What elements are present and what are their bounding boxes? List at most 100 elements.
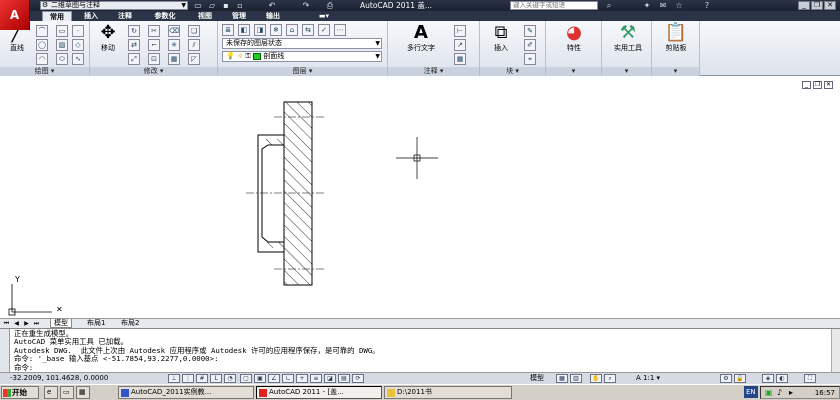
save-as-icon[interactable]: ▫ — [234, 1, 246, 10]
rotate-icon[interactable]: ↻ — [128, 25, 140, 37]
mirror-icon[interactable]: ⇄ — [128, 39, 140, 51]
dynamic-input-icon[interactable]: + — [296, 374, 308, 383]
properties-panel-expand[interactable]: ▾ — [546, 67, 601, 76]
first-tab-icon[interactable]: ⏮ — [2, 319, 11, 328]
command-scrollbar[interactable] — [831, 329, 840, 373]
new-file-icon[interactable]: ▭ — [192, 1, 204, 10]
create-block-icon[interactable]: ✎ — [524, 25, 536, 37]
next-tab-icon[interactable]: ▶ — [22, 319, 31, 328]
drawing-canvas[interactable]: _ ❐ ✕ Y ✕ — [0, 77, 840, 318]
grid-display-icon[interactable]: # — [196, 374, 208, 383]
snap-mode-icon[interactable]: ⋮ — [182, 374, 194, 383]
taskbar-item-autocad[interactable]: AutoCAD 2011 - [盖... — [256, 386, 382, 399]
layer-match-icon[interactable]: ⇆ — [302, 24, 314, 36]
layout-tab-layout1[interactable]: 布局1 — [84, 319, 108, 328]
hardware-accel-icon[interactable]: ◈ — [762, 374, 774, 383]
erase-icon[interactable]: ⌫ — [168, 25, 180, 37]
pan-icon[interactable]: ✋ — [590, 374, 602, 383]
move-button[interactable]: ✥ 移动 — [94, 23, 122, 53]
taskbar-clock[interactable]: 16:57 — [815, 387, 835, 399]
print-icon[interactable]: ⎙ — [324, 1, 336, 10]
last-tab-icon[interactable]: ⏭ — [32, 319, 41, 328]
layer-select[interactable]: 💡 ☼ ⚿ 剖面线 ▼ — [222, 51, 382, 62]
coordinate-readout[interactable]: -32.2009, 101.4628, 0.0000 — [10, 373, 108, 384]
object-snap-icon[interactable]: ▢ — [240, 374, 252, 383]
layer-properties-icon[interactable]: ≣ — [222, 24, 234, 36]
quick-view-drawings-icon[interactable]: ▥ — [570, 374, 582, 383]
quick-launch-ie-icon[interactable]: e — [44, 386, 58, 399]
modify-panel-label[interactable]: 修改 ▾ — [90, 67, 217, 76]
tab-output[interactable]: 输出 — [258, 11, 288, 21]
mtext-button[interactable]: A 多行文字 — [396, 23, 446, 53]
isolate-objects-icon[interactable]: ◐ — [776, 374, 788, 383]
ortho-mode-icon[interactable]: L — [210, 374, 222, 383]
properties-button[interactable]: ◕ 特性 — [552, 23, 596, 53]
search-input[interactable]: 键入关键字或短语 — [510, 1, 598, 10]
ribbon-toggle-icon[interactable]: ▬▾ — [314, 11, 334, 21]
command-window-handle[interactable] — [0, 329, 10, 373]
redo-icon[interactable]: ↷ — [300, 1, 312, 10]
point-icon[interactable]: · — [72, 25, 84, 37]
clean-screen-icon[interactable]: ⛶ — [804, 374, 816, 383]
chamfer-icon[interactable]: ◸ — [188, 53, 200, 65]
search-icon[interactable]: ⌕ — [602, 0, 616, 11]
autocad-logo-icon[interactable]: A — [0, 0, 30, 30]
explode-icon[interactable]: ✳ — [168, 39, 180, 51]
tab-insert[interactable]: 插入 — [76, 11, 106, 21]
insert-block-button[interactable]: ⧉ 插入 — [486, 23, 516, 53]
communication-icon[interactable]: ✉ — [656, 0, 670, 11]
ellipse-icon[interactable]: ⬭ — [56, 53, 68, 65]
help-icon[interactable]: ? — [700, 0, 714, 11]
layout-tab-model[interactable]: 模型 — [50, 319, 72, 328]
tab-annotate[interactable]: 注释 — [110, 11, 140, 21]
start-button[interactable]: 开始 — [1, 386, 39, 399]
arc-icon[interactable]: ◠ — [36, 53, 48, 65]
3d-osnap-icon[interactable]: ▣ — [254, 374, 266, 383]
tab-parametric[interactable]: 参数化 — [144, 11, 186, 21]
command-prompt[interactable]: 命令: — [14, 364, 33, 372]
hatch-icon[interactable]: ▨ — [56, 39, 68, 51]
dimension-icon[interactable]: ⊢ — [454, 25, 466, 37]
layer-freeze-icon[interactable]: ❄ — [270, 24, 282, 36]
infer-constraints-icon[interactable]: ⊥ — [168, 374, 180, 383]
layout-tab-layout2[interactable]: 布局2 — [118, 319, 142, 328]
quick-properties-icon[interactable]: ▤ — [338, 374, 350, 383]
block-attribute-icon[interactable]: ⌖ — [524, 53, 536, 65]
tab-manage[interactable]: 管理 — [224, 11, 254, 21]
polar-tracking-icon[interactable]: ◔ — [224, 374, 236, 383]
selection-cycling-icon[interactable]: ⟳ — [352, 374, 364, 383]
quick-view-layouts-icon[interactable]: ▦ — [556, 374, 568, 383]
zoom-icon[interactable]: ⌕ — [604, 374, 616, 383]
lock-ui-icon[interactable]: 🔒 — [734, 374, 746, 383]
lineweight-icon[interactable]: ≡ — [310, 374, 322, 383]
transparency-icon[interactable]: ◪ — [324, 374, 336, 383]
fillet-icon[interactable]: ⌐ — [148, 39, 160, 51]
ducs-icon[interactable]: ∟ — [282, 374, 294, 383]
restore-button[interactable]: ❐ — [811, 1, 823, 10]
circle-icon[interactable]: ◯ — [36, 39, 48, 51]
volume-icon[interactable]: ♪ — [777, 388, 782, 397]
layer-isolate-icon[interactable]: ◧ — [238, 24, 250, 36]
tab-home[interactable]: 常用 — [42, 11, 72, 21]
array-icon[interactable]: ▦ — [168, 53, 180, 65]
utilities-panel-expand[interactable]: ▾ — [602, 67, 651, 76]
copy-icon[interactable]: ❏ — [188, 25, 200, 37]
save-icon[interactable]: ▪ — [220, 1, 232, 10]
layer-off-icon[interactable]: ◨ — [254, 24, 266, 36]
layer-current-icon[interactable]: ✓ — [318, 24, 330, 36]
model-space-label[interactable]: 模型 — [530, 373, 544, 384]
layer-walk-icon[interactable]: ⋯ — [334, 24, 346, 36]
open-file-icon[interactable]: ▱ — [206, 1, 218, 10]
layers-panel-label[interactable]: 图层 ▾ — [218, 67, 387, 76]
quick-launch-folder-icon[interactable]: ▦ — [76, 386, 90, 399]
language-indicator[interactable]: EN — [744, 386, 758, 398]
block-panel-label[interactable]: 块 ▾ — [480, 67, 545, 76]
minimize-button[interactable]: _ — [798, 1, 810, 10]
subscription-icon[interactable]: ✦ — [640, 0, 654, 11]
rectangle-icon[interactable]: ▭ — [56, 25, 68, 37]
command-window[interactable]: 正在重生成模型。 AutoCAD 菜单实用工具 已加载。 Autodesk DW… — [0, 328, 840, 373]
layer-state-select[interactable]: 未保存的图层状态 ▼ — [222, 38, 382, 49]
tray-app-icon[interactable]: ▸ — [789, 388, 793, 397]
scale-icon[interactable]: ⊡ — [148, 53, 160, 65]
taskbar-item-folder[interactable]: D:\2011书 — [384, 386, 512, 399]
